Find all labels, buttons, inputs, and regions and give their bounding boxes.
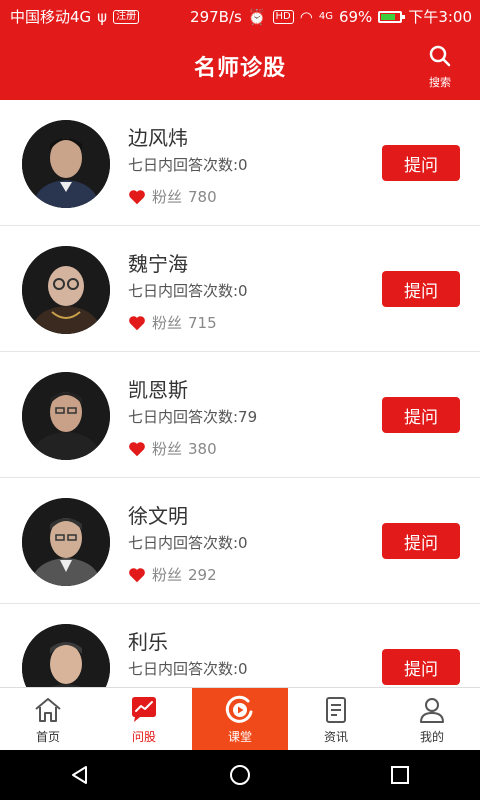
avatar[interactable] — [22, 120, 110, 208]
search-label: 搜索 — [429, 76, 451, 89]
back-icon — [72, 766, 87, 784]
answer-count: 七日内回答次数:0 — [128, 660, 248, 678]
network-speed: 297B/s — [190, 7, 242, 26]
search-icon — [429, 45, 451, 67]
fans-label: 粉丝 — [152, 440, 183, 458]
tab-label: 我的 — [419, 730, 444, 744]
tab-mine[interactable]: 我的 — [384, 688, 480, 751]
teacher-name: 凯恩斯 — [128, 378, 188, 402]
ask-button[interactable]: 提问 — [382, 649, 460, 685]
heart-icon — [129, 567, 145, 582]
fans-count: 715 — [188, 313, 217, 332]
answer-count: 七日内回答次数:0 — [128, 534, 248, 552]
recents-button[interactable] — [380, 755, 420, 795]
answer-count: 七日内回答次数:0 — [128, 282, 248, 300]
home-nav-button[interactable] — [220, 755, 260, 795]
battery-percent: 69% — [338, 7, 373, 26]
fans-label: 粉丝 — [152, 314, 183, 332]
circle-home-icon — [230, 765, 250, 785]
cell-signal-icon: 4G — [318, 11, 333, 22]
bottom-tab-bar: 首页 问股 课堂 资讯 我的 — [0, 687, 480, 751]
teacher-name: 边风炜 — [128, 126, 188, 150]
title-bar: 名师诊股 搜索 — [0, 30, 480, 100]
fans-info: 粉丝 715 — [128, 312, 217, 333]
teacher-row[interactable]: 徐文明 七日内回答次数:0 粉丝 292 提问 — [0, 478, 480, 604]
alarm-icon: ⏰ — [247, 7, 267, 26]
teacher-name: 徐文明 — [128, 504, 188, 528]
fans-label: 粉丝 — [152, 188, 183, 206]
fans-count: 380 — [188, 439, 217, 458]
home-icon — [35, 698, 61, 722]
ask-button[interactable]: 提问 — [382, 397, 460, 433]
system-nav-bar — [0, 750, 480, 800]
fans-info: 粉丝 292 — [128, 564, 217, 585]
document-icon — [326, 697, 346, 723]
carrier-label: 中国移动4G — [10, 8, 92, 26]
app-notification-icon: 注册 — [113, 9, 140, 24]
chat-chart-icon — [132, 697, 156, 722]
tab-label: 课堂 — [227, 730, 252, 744]
back-button[interactable] — [60, 755, 100, 795]
ask-button[interactable]: 提问 — [382, 271, 460, 307]
wifi-icon: ◠ — [299, 7, 313, 26]
fans-info: 粉丝 380 — [128, 438, 217, 459]
avatar[interactable] — [22, 624, 110, 687]
clock: 下午3:00 — [408, 8, 472, 26]
tab-label: 首页 — [35, 730, 60, 744]
teacher-row[interactable]: 凯恩斯 七日内回答次数:79 粉丝 380 提问 — [0, 352, 480, 478]
teacher-row[interactable]: 利乐 七日内回答次数:0 提问 — [0, 604, 480, 687]
teacher-name: 魏宁海 — [128, 252, 188, 276]
fans-info: 粉丝 780 — [128, 186, 217, 207]
heart-icon — [129, 189, 145, 204]
tab-home[interactable]: 首页 — [0, 688, 96, 751]
fans-count: 292 — [188, 565, 217, 584]
ask-button[interactable]: 提问 — [382, 523, 460, 559]
answer-count: 七日内回答次数:79 — [128, 408, 258, 426]
teacher-row[interactable]: 魏宁海 七日内回答次数:0 粉丝 715 提问 — [0, 226, 480, 352]
usb-icon: ψ — [97, 7, 108, 26]
fans-label: 粉丝 — [152, 566, 183, 584]
ask-button[interactable]: 提问 — [382, 145, 460, 181]
avatar[interactable] — [22, 498, 110, 586]
play-icon — [225, 695, 253, 723]
status-bar: 中国移动4G ψ 注册 297B/s ⏰ HD ◠ 4G 69% 下午3:00 — [0, 0, 480, 30]
answer-count: 七日内回答次数:0 — [128, 156, 248, 174]
tab-label: 资讯 — [323, 730, 348, 744]
heart-icon — [129, 441, 145, 456]
avatar[interactable] — [22, 246, 110, 334]
teacher-name: 利乐 — [128, 630, 168, 654]
page-title: 名师诊股 — [193, 56, 286, 81]
battery-icon — [378, 10, 406, 23]
square-recents-icon — [391, 766, 409, 784]
fans-count: 780 — [188, 187, 217, 206]
tab-classroom[interactable]: 课堂 — [192, 688, 288, 751]
tab-label: 问股 — [131, 730, 156, 744]
tab-ask-stock[interactable]: 问股 — [96, 688, 192, 751]
user-icon — [420, 698, 444, 723]
avatar[interactable] — [22, 372, 110, 460]
teacher-list[interactable]: 边风炜 七日内回答次数:0 粉丝 780 提问 魏宁海 七日内回答次数:0 粉丝… — [0, 100, 480, 687]
tab-news[interactable]: 资讯 — [288, 688, 384, 751]
heart-icon — [129, 315, 145, 330]
teacher-row[interactable]: 边风炜 七日内回答次数:0 粉丝 780 提问 — [0, 100, 480, 226]
search-button[interactable]: 搜索 — [420, 44, 460, 90]
hd-icon: HD — [272, 9, 294, 24]
